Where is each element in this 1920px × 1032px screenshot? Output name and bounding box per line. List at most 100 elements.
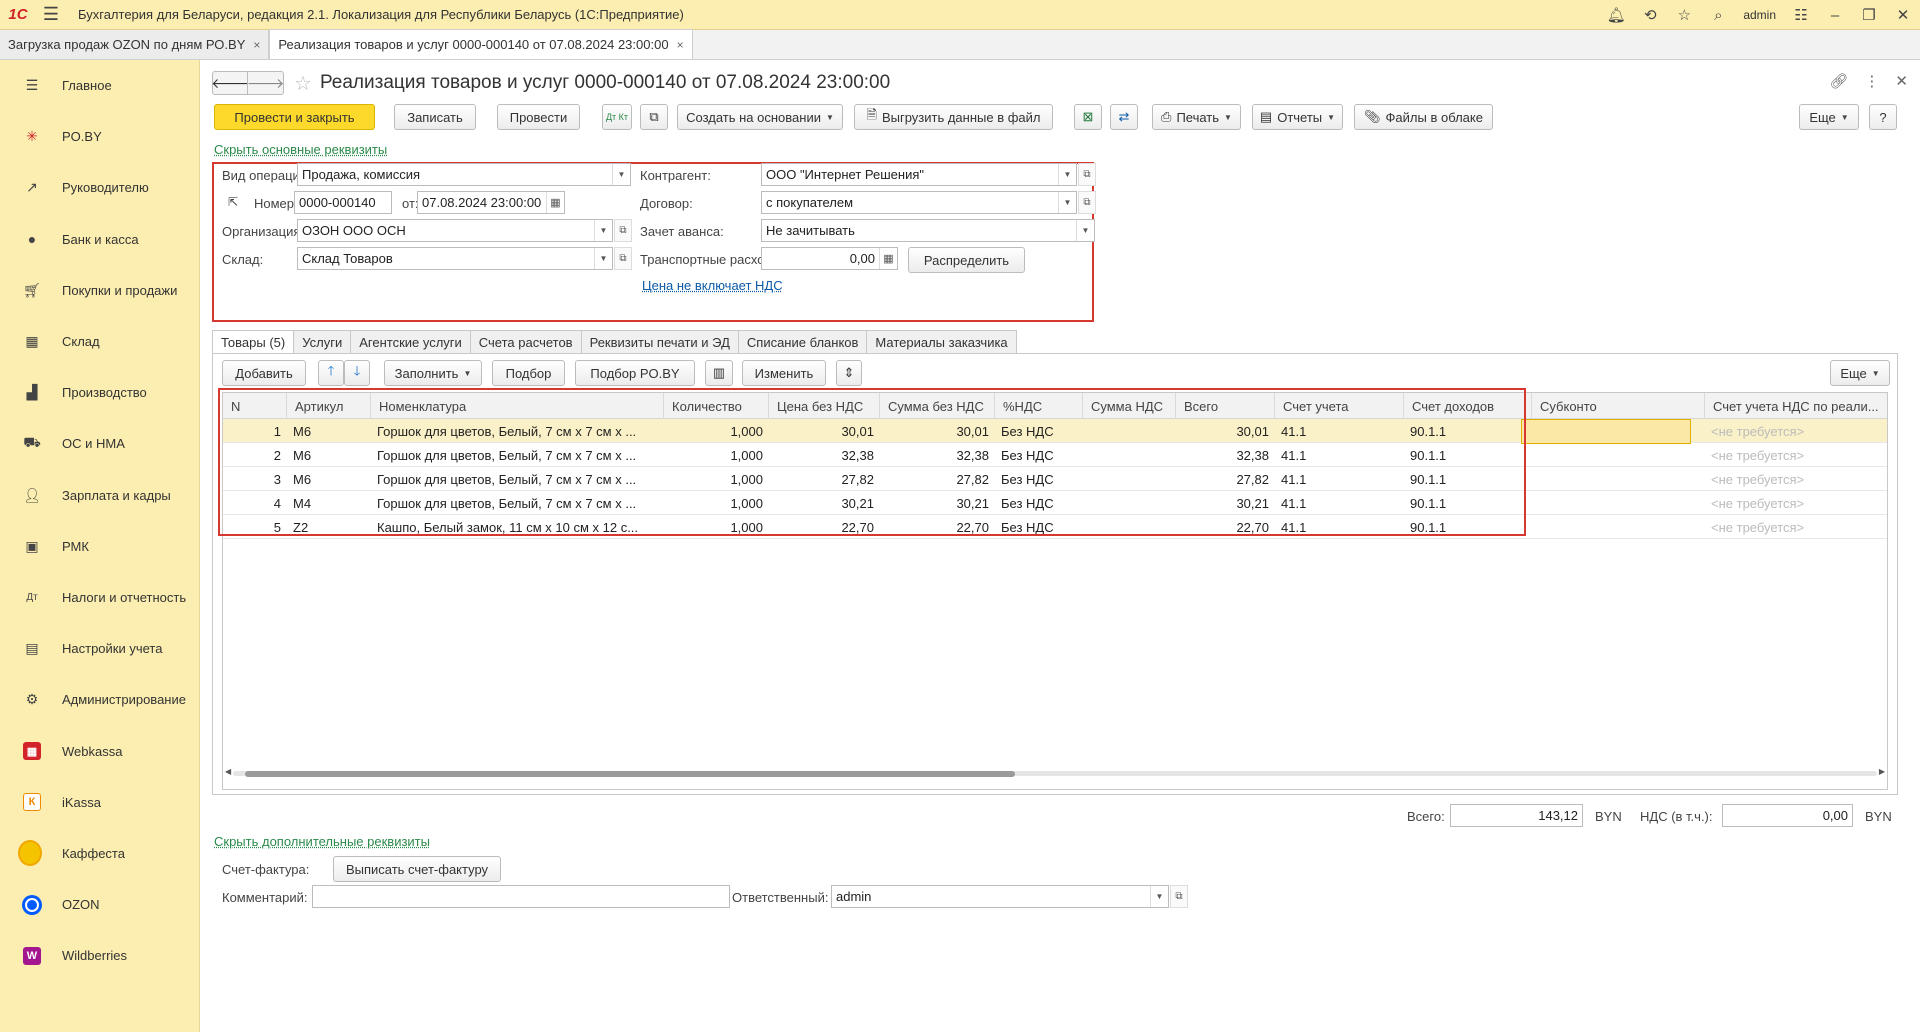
chevron-down-icon[interactable]: ▼ bbox=[594, 220, 612, 241]
sidebar-item-accounting-settings[interactable]: ▤ Настройки учета bbox=[0, 623, 199, 674]
sidebar-item-poby[interactable]: ✳ PO.BY bbox=[0, 111, 199, 162]
sidebar-item-rmk[interactable]: ▣ РМК bbox=[0, 521, 199, 572]
dt-kt-button[interactable]: Дт Кт bbox=[602, 104, 632, 130]
sidebar-item-purchases-sales[interactable]: 🛒︎ Покупки и продажи bbox=[0, 265, 199, 316]
col-subconto[interactable]: Субконто bbox=[1532, 393, 1705, 419]
sidebar-item-assets[interactable]: ⛟ ОС и НМА bbox=[0, 418, 199, 469]
warehouse-select[interactable]: Склад Товаров ▼ bbox=[297, 247, 613, 270]
more-vertical-icon[interactable]: ⋮ bbox=[1864, 72, 1879, 90]
open-contract-icon[interactable]: ⧉ bbox=[1078, 191, 1096, 214]
cell-vat-account[interactable]: <не требуется> bbox=[1705, 467, 1887, 491]
search-icon[interactable]: ⌕ bbox=[1701, 0, 1735, 30]
open-responsible-icon[interactable]: ⧉ bbox=[1170, 885, 1188, 908]
counterparty-select[interactable]: ООО "Интернет Решения" ▼ bbox=[761, 163, 1077, 186]
fill-button[interactable]: Заполнить ▼ bbox=[384, 360, 482, 386]
help-button[interactable]: ? bbox=[1869, 104, 1897, 130]
move-down-icon[interactable]: 🡓 bbox=[344, 360, 370, 386]
advance-select[interactable]: Не зачитывать ▼ bbox=[761, 219, 1095, 242]
pick-button[interactable]: Подбор bbox=[492, 360, 565, 386]
distribute-button[interactable]: Распределить bbox=[908, 247, 1025, 273]
open-warehouse-icon[interactable]: ⧉ bbox=[614, 247, 632, 270]
minimize-icon[interactable]: – bbox=[1818, 0, 1852, 30]
sidebar-item-bank[interactable]: ● Банк и касса bbox=[0, 214, 199, 265]
cell-vat-account[interactable]: <не требуется> bbox=[1705, 419, 1887, 443]
focused-cell[interactable] bbox=[1521, 419, 1691, 444]
add-row-button[interactable]: Добавить bbox=[222, 360, 306, 386]
send-icon[interactable]: ⇄ bbox=[1110, 104, 1138, 130]
window-tab-sales-doc[interactable]: Реализация товаров и услуг 0000-000140 о… bbox=[269, 29, 693, 59]
create-invoice-button[interactable]: Выписать счет-фактуру bbox=[333, 856, 501, 882]
main-menu-icon[interactable]: ☰ bbox=[36, 0, 66, 30]
cell-vat-account[interactable]: <не требуется> bbox=[1705, 515, 1887, 539]
calculator-icon[interactable]: ▦ bbox=[879, 248, 897, 269]
close-icon[interactable]: ✕ bbox=[1895, 72, 1908, 90]
chevron-down-icon[interactable]: ▼ bbox=[1058, 164, 1076, 185]
tab-customer-materials[interactable]: Материалы заказчика bbox=[867, 330, 1017, 354]
operation-select[interactable]: Продажа, комиссия ▼ bbox=[297, 163, 631, 186]
sidebar-item-ozon[interactable]: OZON bbox=[0, 879, 199, 930]
structure-icon[interactable]: ⧉ bbox=[640, 104, 668, 130]
tab-services[interactable]: Услуги bbox=[294, 330, 352, 354]
calendar-icon[interactable]: ▦ bbox=[546, 192, 564, 213]
number-field[interactable]: 0000-000140 bbox=[294, 191, 392, 214]
post-button[interactable]: Провести bbox=[497, 104, 580, 130]
tab-print-details[interactable]: Реквизиты печати и ЭД bbox=[581, 330, 739, 354]
create-based-on-button[interactable]: Создать на основании ▼ bbox=[677, 104, 843, 130]
move-up-icon[interactable]: 🡑 bbox=[318, 360, 344, 386]
cloud-files-button[interactable]: 📎︎ Файлы в облаке bbox=[1354, 104, 1493, 130]
barcode-icon[interactable]: ▥ bbox=[705, 360, 733, 386]
cell-subconto[interactable] bbox=[1532, 515, 1705, 539]
close-window-icon[interactable]: ✕ bbox=[1886, 0, 1920, 30]
link-icon[interactable]: 🔗︎ bbox=[1829, 72, 1848, 90]
chevron-down-icon[interactable]: ▼ bbox=[612, 164, 630, 185]
comment-field[interactable] bbox=[312, 885, 730, 908]
hide-extra-details-link[interactable]: Скрыть дополнительные реквизиты bbox=[214, 834, 430, 849]
back-icon[interactable]: 🡐 bbox=[211, 71, 249, 95]
sidebar-item-admin[interactable]: ⚙ Администрирование bbox=[0, 674, 199, 725]
date-field[interactable]: 07.08.2024 23:00:00 ▦ bbox=[417, 191, 565, 214]
settings-menu-icon[interactable]: ☷ bbox=[1784, 0, 1818, 30]
history-icon[interactable]: ⟲ bbox=[1633, 0, 1667, 30]
hide-main-details-link[interactable]: Скрыть основные реквизиты bbox=[214, 142, 387, 157]
current-user[interactable]: admin bbox=[1743, 8, 1776, 22]
restore-icon[interactable]: ❐ bbox=[1852, 0, 1886, 30]
tab-agent-services[interactable]: Агентские услуги bbox=[351, 330, 471, 354]
sidebar-item-main[interactable]: ☰ Главное bbox=[0, 60, 199, 111]
cell-subconto[interactable] bbox=[1532, 491, 1705, 515]
cell-vat-account[interactable]: <не требуется> bbox=[1705, 443, 1887, 467]
chevron-down-icon[interactable]: ▼ bbox=[1076, 220, 1094, 241]
vat-note-link[interactable]: Цена не включает НДС bbox=[642, 278, 783, 293]
bell-icon[interactable]: 🔔︎ bbox=[1599, 0, 1633, 30]
change-button[interactable]: Изменить bbox=[742, 360, 826, 386]
open-organization-icon[interactable]: ⧉ bbox=[614, 219, 632, 242]
horizontal-scrollbar[interactable]: ◀ ▶ bbox=[223, 767, 1887, 777]
excel-icon[interactable]: ⊠ bbox=[1074, 104, 1102, 130]
table-more-button[interactable]: Еще ▼ bbox=[1830, 360, 1890, 386]
star-icon[interactable]: ☆ bbox=[1667, 0, 1701, 30]
print-button[interactable]: ⎙ Печать ▼ bbox=[1152, 104, 1241, 130]
favorite-star-icon[interactable]: ☆ bbox=[294, 71, 312, 96]
sidebar-item-ikassa[interactable]: КiKassa bbox=[0, 777, 199, 828]
tab-forms-writeoff[interactable]: Списание бланков bbox=[738, 330, 868, 354]
chevron-down-icon[interactable]: ▼ bbox=[1150, 886, 1168, 907]
sidebar-item-manager[interactable]: ↗ Руководителю bbox=[0, 162, 199, 213]
scrollbar-thumb[interactable] bbox=[245, 771, 1015, 777]
export-data-button[interactable]: 🗎︎ Выгрузить данные в файл bbox=[854, 104, 1053, 130]
open-counterparty-icon[interactable]: ⧉ bbox=[1078, 163, 1096, 186]
sidebar-item-webkassa[interactable]: ▦ Webkassa bbox=[0, 725, 199, 776]
transport-costs-field[interactable]: 0,00 ▦ bbox=[761, 247, 898, 270]
cell-subconto[interactable] bbox=[1532, 443, 1705, 467]
save-button[interactable]: Записать bbox=[394, 104, 476, 130]
number-edit-icon[interactable]: ⇱ bbox=[228, 195, 238, 209]
row-height-icon[interactable]: ⇕ bbox=[836, 360, 862, 386]
sidebar-item-taxes[interactable]: Дт Налоги и отчетность bbox=[0, 572, 199, 623]
responsible-select[interactable]: admin ▼ bbox=[831, 885, 1169, 908]
sidebar-item-wildberries[interactable]: W Wildberries bbox=[0, 930, 199, 981]
organization-select[interactable]: ОЗОН ООО ОСН ▼ bbox=[297, 219, 613, 242]
cell-vat-account[interactable]: <не требуется> bbox=[1705, 491, 1887, 515]
sidebar-item-production[interactable]: ▟ Производство bbox=[0, 367, 199, 418]
post-and-close-button[interactable]: Провести и закрыть bbox=[214, 104, 375, 130]
chevron-down-icon[interactable]: ▼ bbox=[1058, 192, 1076, 213]
sidebar-item-salary[interactable]: 👤︎ Зарплата и кадры bbox=[0, 470, 199, 521]
close-tab-icon[interactable]: × bbox=[253, 38, 260, 52]
